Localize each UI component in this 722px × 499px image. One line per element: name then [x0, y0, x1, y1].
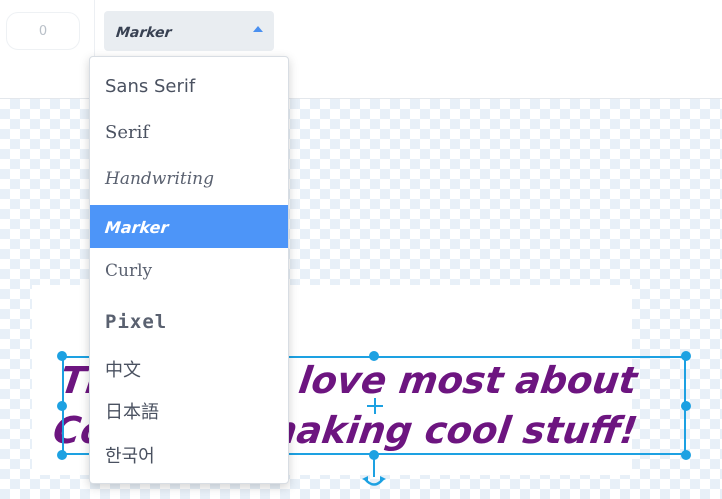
font-dropdown: Sans Serif Serif Handwriting Marker Curl…: [89, 56, 289, 484]
resize-handle-middle-left[interactable]: [57, 401, 67, 411]
move-icon[interactable]: [367, 398, 383, 414]
font-option-marker[interactable]: Marker: [90, 205, 288, 248]
number-input[interactable]: 0: [6, 12, 80, 50]
font-option-marker-label: Marker: [104, 218, 170, 237]
rotate-icon[interactable]: [362, 474, 386, 492]
font-option-curly[interactable]: Curly: [90, 249, 288, 293]
resize-handle-top-right[interactable]: [681, 351, 691, 361]
font-select-value: Marker: [115, 25, 173, 41]
resize-handle-top-center[interactable]: [369, 351, 379, 361]
font-option-korean[interactable]: 한국어: [90, 435, 288, 479]
font-option-chinese[interactable]: 中文: [90, 349, 288, 393]
font-option-sans-serif[interactable]: Sans Serif: [90, 65, 288, 109]
font-option-handwriting[interactable]: Handwriting: [90, 157, 288, 201]
resize-handle-middle-right[interactable]: [681, 401, 691, 411]
resize-handle-top-left[interactable]: [57, 351, 67, 361]
font-option-pixel[interactable]: Pixel: [90, 299, 288, 345]
font-option-japanese[interactable]: 日本語: [90, 391, 288, 435]
font-option-serif[interactable]: Serif: [90, 111, 288, 155]
font-select[interactable]: Marker: [104, 11, 274, 51]
resize-handle-bottom-left[interactable]: [57, 450, 67, 460]
resize-handle-bottom-right[interactable]: [681, 450, 691, 460]
caret-up-icon: [253, 26, 263, 32]
